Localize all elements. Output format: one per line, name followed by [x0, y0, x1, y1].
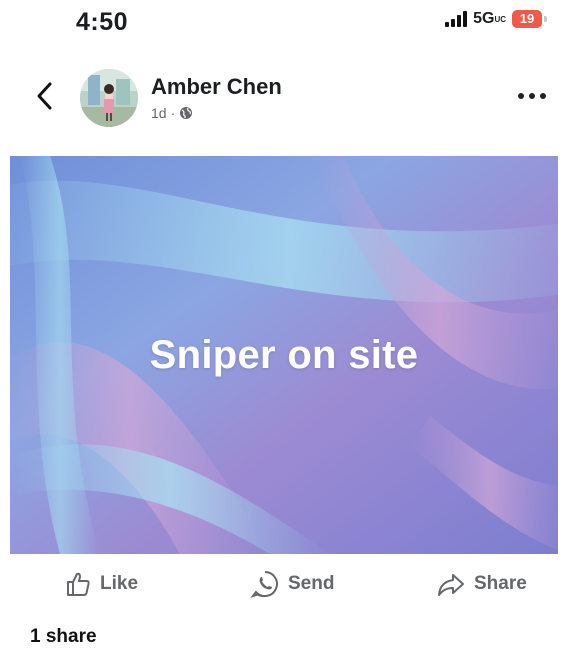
avatar-image — [80, 69, 138, 127]
status-time: 4:50 — [76, 8, 129, 36]
send-button[interactable]: Send — [250, 562, 334, 606]
back-button[interactable] — [30, 76, 60, 116]
share-button[interactable]: Share — [436, 562, 527, 606]
meta-separator: · — [170, 105, 176, 121]
more-options-button[interactable] — [514, 86, 550, 106]
thumbs-up-icon — [67, 572, 90, 596]
avatar[interactable] — [80, 69, 138, 127]
globe-icon — [180, 107, 193, 119]
signal-icon — [445, 11, 468, 27]
like-button[interactable]: Like — [64, 562, 138, 606]
share-arrow-icon — [438, 574, 464, 596]
battery-icon: 19 — [512, 10, 547, 28]
network-label: 5G — [473, 10, 495, 27]
post-age: 1d — [151, 105, 167, 121]
network-sup: UC — [494, 14, 506, 24]
status-bar: 4:50 5G UC 19 — [0, 0, 570, 50]
post-actions: Like Send Share — [0, 562, 570, 606]
chevron-left-icon — [37, 82, 52, 110]
battery-level: 19 — [519, 11, 535, 26]
post-image[interactable]: Sniper on site — [10, 156, 558, 554]
share-label: Share — [474, 573, 527, 594]
post-header: Amber Chen 1d · — [0, 58, 570, 138]
whatsapp-icon — [250, 571, 278, 598]
shares-count[interactable]: 1 share — [30, 626, 97, 648]
post-meta: 1d · — [151, 105, 193, 121]
status-indicators: 5G UC 19 — [445, 10, 547, 28]
like-label: Like — [100, 573, 139, 594]
more-horizontal-icon — [518, 93, 546, 99]
author-name[interactable]: Amber Chen — [151, 74, 282, 100]
send-label: Send — [288, 573, 335, 594]
post-image-text: Sniper on site — [149, 332, 419, 377]
